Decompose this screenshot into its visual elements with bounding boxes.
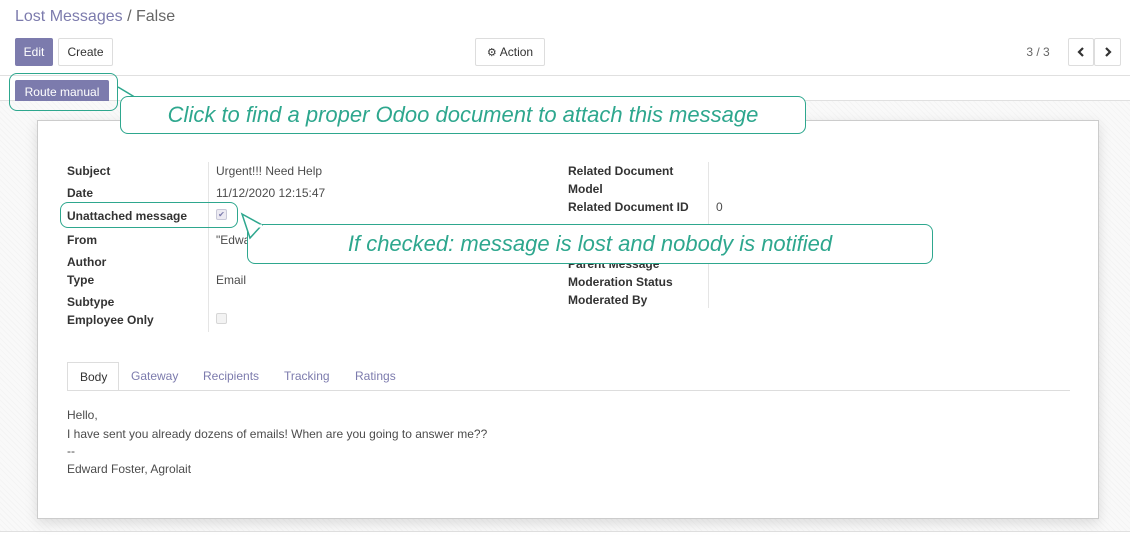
unattached-callout-pointer — [240, 212, 264, 240]
